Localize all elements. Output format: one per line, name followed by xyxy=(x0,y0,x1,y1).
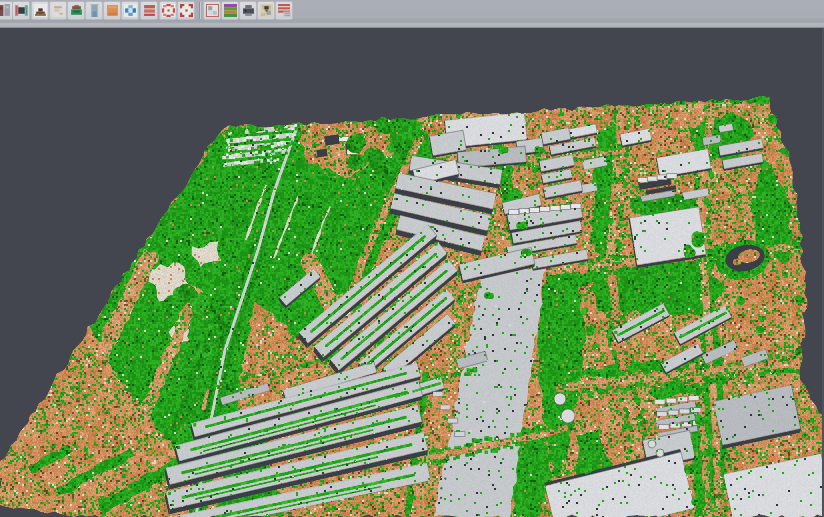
crop-button[interactable] xyxy=(203,1,221,20)
globe-icon xyxy=(124,4,137,17)
crop-icon xyxy=(206,4,219,17)
circle-select-button[interactable] xyxy=(159,1,177,20)
classification-icon xyxy=(260,4,273,17)
toolbox-icon xyxy=(70,4,83,17)
bounding-box-button[interactable] xyxy=(177,1,195,20)
3d-viewport[interactable] xyxy=(0,0,824,517)
column-profile-icon xyxy=(88,4,101,17)
application-window xyxy=(0,0,824,517)
layers-icon xyxy=(0,4,11,17)
delete-rows-button[interactable] xyxy=(275,1,293,20)
red-list-icon xyxy=(143,4,156,17)
registration-icon xyxy=(15,4,28,17)
bounding-box-icon xyxy=(180,4,193,17)
point-cloud-canvas[interactable] xyxy=(0,0,824,517)
terrain-icon xyxy=(34,4,47,17)
circle-select-icon xyxy=(162,4,175,17)
globe-button[interactable] xyxy=(121,1,139,20)
delete-rows-icon xyxy=(278,4,291,17)
registration-button[interactable] xyxy=(12,1,30,20)
render-button[interactable] xyxy=(239,1,257,20)
raster-grid-icon xyxy=(52,4,65,17)
classification-button[interactable] xyxy=(257,1,275,20)
toolbar-separator xyxy=(199,2,201,19)
colormap-icon xyxy=(224,4,237,17)
orange-cube-icon xyxy=(106,4,119,17)
toolbox-button[interactable] xyxy=(67,1,85,20)
red-list-button[interactable] xyxy=(140,1,158,20)
column-profile-button[interactable] xyxy=(85,1,103,20)
render-icon xyxy=(242,4,255,17)
orange-cube-button[interactable] xyxy=(103,1,121,20)
colormap-button[interactable] xyxy=(221,1,239,20)
raster-grid-button[interactable] xyxy=(49,1,67,20)
main-toolbar xyxy=(0,0,824,28)
terrain-button[interactable] xyxy=(31,1,49,20)
